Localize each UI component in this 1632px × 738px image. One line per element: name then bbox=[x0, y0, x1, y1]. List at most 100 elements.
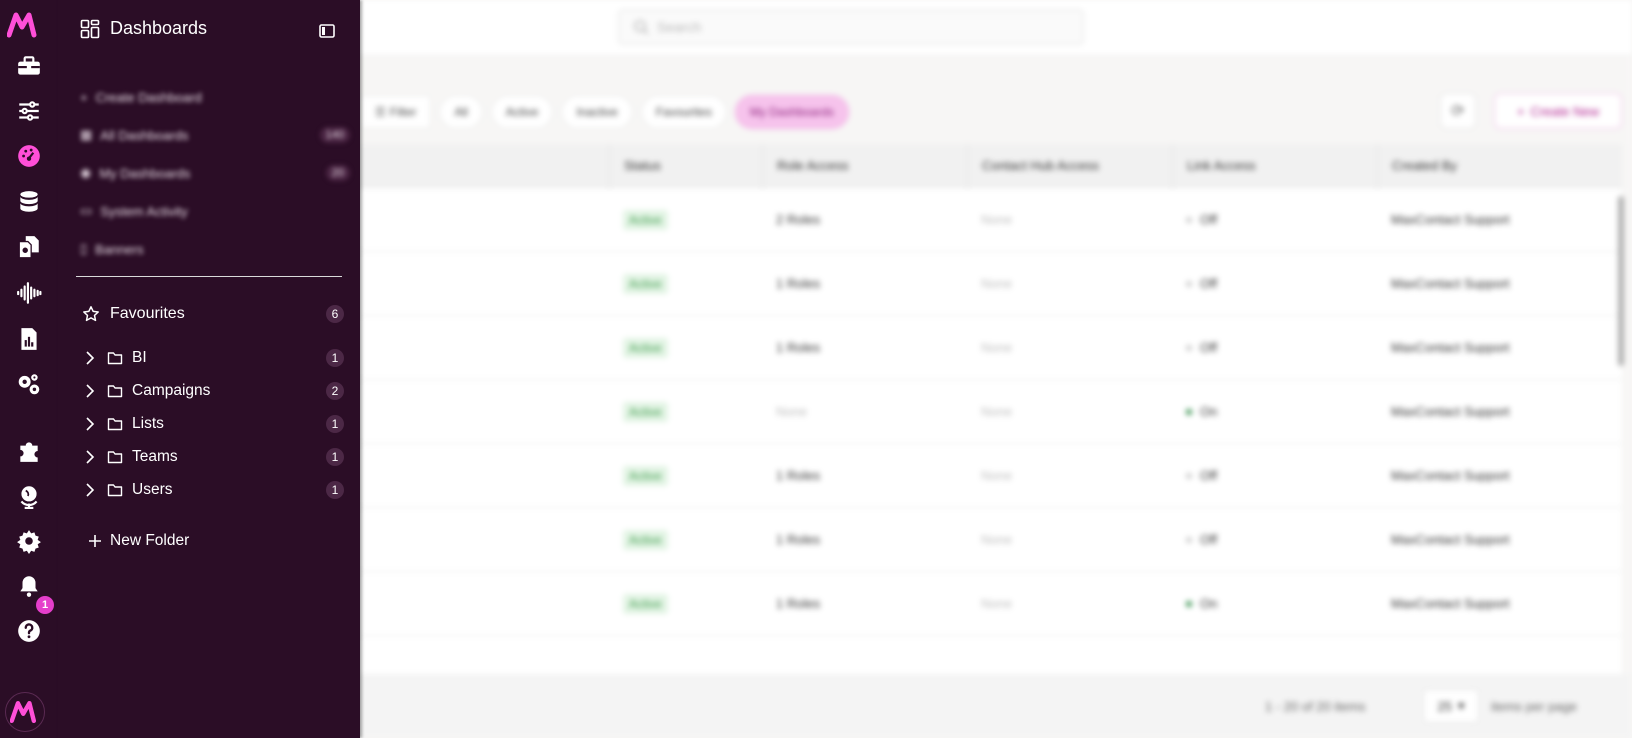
filter-button[interactable]: ☰ Filter bbox=[360, 95, 432, 129]
toolbox-icon[interactable] bbox=[0, 46, 58, 86]
col-link-access[interactable]: Link Access bbox=[1172, 144, 1377, 187]
favourites-label: Favourites bbox=[110, 305, 185, 322]
per-page-select[interactable]: 25 ▾ bbox=[1423, 689, 1479, 723]
folder-item-lists[interactable]: Lists 1 bbox=[82, 412, 344, 436]
favourites-item[interactable]: Favourites 6 bbox=[82, 305, 344, 323]
user-avatar[interactable] bbox=[5, 692, 45, 732]
grid-icon: ▦ bbox=[80, 127, 93, 142]
table-row[interactable]: Active 1 Roles None Off MaxContact Support bbox=[345, 252, 1622, 316]
panel-menu: + Create Dashboard ▦ All Dashboards 140 ◉ My… bbox=[80, 78, 350, 268]
create-new-button[interactable]: + Create New bbox=[1494, 93, 1622, 129]
cell-link-access: On bbox=[1172, 380, 1377, 443]
link-status-dot bbox=[1186, 600, 1192, 607]
cell-name bbox=[345, 188, 609, 251]
dashboards-panel: Dashboards + Create Dashboard ▦ All Dashbo… bbox=[58, 0, 360, 738]
cell-hub-access: None bbox=[981, 596, 1013, 611]
cell-name bbox=[345, 252, 609, 315]
collapse-panel-icon[interactable] bbox=[318, 22, 336, 40]
filter-inactive[interactable]: Inactive bbox=[561, 95, 633, 129]
cell-status: Active bbox=[609, 444, 762, 507]
folder-label: Campaigns bbox=[132, 382, 211, 399]
chevron-right-icon[interactable] bbox=[82, 416, 98, 432]
folder-label: Teams bbox=[132, 448, 178, 465]
new-folder-button[interactable]: New Folder bbox=[88, 532, 189, 550]
filter-all[interactable]: All bbox=[439, 95, 483, 129]
panel-title: Dashboards bbox=[110, 18, 208, 38]
chevron-right-icon[interactable] bbox=[82, 449, 98, 465]
cell-created-by: MaxContact Support bbox=[1391, 276, 1510, 291]
filter-label: Filter bbox=[389, 105, 417, 119]
col-name[interactable] bbox=[345, 144, 609, 187]
link-access-label: Off bbox=[1200, 276, 1218, 291]
table-row[interactable]: Active 1 Roles None Off MaxContact Support bbox=[345, 444, 1622, 508]
filter-favourites[interactable]: Favourites bbox=[640, 95, 727, 129]
puzzle-icon[interactable] bbox=[0, 431, 58, 471]
cell-status: Active bbox=[609, 316, 762, 379]
cogs-icon[interactable] bbox=[0, 364, 58, 404]
col-created-by[interactable]: Created By bbox=[1377, 144, 1622, 187]
status-badge: Active bbox=[623, 593, 668, 614]
menu-banners[interactable]: ▯ Banners bbox=[80, 230, 350, 268]
folder-icon bbox=[107, 352, 123, 365]
chevron-right-icon[interactable] bbox=[82, 383, 98, 399]
menu-label: System Activity bbox=[100, 203, 188, 219]
chevron-right-icon[interactable] bbox=[82, 350, 98, 366]
refresh-button[interactable]: ⟳ bbox=[1440, 93, 1476, 129]
maxcontact-logo[interactable] bbox=[7, 12, 41, 38]
globe-icon[interactable] bbox=[0, 476, 58, 516]
table-scrollbar[interactable] bbox=[1618, 196, 1624, 366]
folder-item-teams[interactable]: Teams 1 bbox=[82, 445, 344, 469]
icon-rail: 1 bbox=[0, 0, 58, 738]
status-badge: Active bbox=[623, 209, 668, 230]
sliders-icon[interactable] bbox=[0, 91, 58, 131]
col-contact-hub-access[interactable]: Contact Hub Access bbox=[967, 144, 1172, 187]
settings-icon[interactable] bbox=[0, 521, 58, 561]
folder-label: Users bbox=[132, 481, 173, 498]
cell-created-by: MaxContact Support bbox=[1391, 596, 1510, 611]
audio-waveform-icon[interactable] bbox=[0, 273, 58, 313]
link-access-label: Off bbox=[1200, 340, 1218, 355]
refresh-icon: ⟳ bbox=[1451, 103, 1465, 120]
filter-bar: ☰ Filter All Active Inactive Favourites M… bbox=[360, 94, 849, 130]
cell-name bbox=[345, 572, 609, 635]
col-status[interactable]: Status bbox=[609, 144, 762, 187]
cell-created-by: MaxContact Support bbox=[1391, 212, 1510, 227]
folder-item-users[interactable]: Users 1 bbox=[82, 478, 344, 502]
folder-item-bi[interactable]: BI 1 bbox=[82, 346, 344, 370]
menu-label: Banners bbox=[95, 241, 144, 257]
filter-all-label: All bbox=[454, 105, 468, 119]
help-icon[interactable] bbox=[0, 611, 58, 651]
cell-status: Active bbox=[609, 508, 762, 571]
table-row[interactable]: Active 1 Roles None Off MaxContact Support bbox=[345, 316, 1622, 380]
database-icon[interactable] bbox=[0, 182, 58, 222]
new-folder-label: New Folder bbox=[110, 532, 190, 549]
chevron-right-icon[interactable] bbox=[82, 482, 98, 498]
table-row[interactable]: Active 1 Roles None On MaxContact Support bbox=[345, 572, 1622, 636]
search-input[interactable]: Search bbox=[618, 9, 1084, 45]
menu-create-dashboard[interactable]: + Create Dashboard bbox=[80, 78, 350, 116]
table-row[interactable]: Active 1 Roles None Off MaxContact Support bbox=[345, 508, 1622, 572]
menu-label: Create Dashboard bbox=[95, 89, 202, 105]
col-role-access[interactable]: Role Access bbox=[762, 144, 967, 187]
filter-active[interactable]: Active bbox=[490, 95, 554, 129]
dashboard-gauge-icon[interactable] bbox=[0, 136, 58, 176]
maxcontact-avatar-logo bbox=[10, 700, 37, 724]
filter-my-dashboards[interactable]: My Dashboards bbox=[734, 95, 849, 129]
create-new-label: Create New bbox=[1530, 103, 1600, 119]
report-icon[interactable] bbox=[0, 319, 58, 359]
menu-my-dashboards[interactable]: ◉ My Dashboards 20 bbox=[80, 154, 350, 192]
cell-name bbox=[345, 508, 609, 571]
pager-range: 1 - 20 of 20 items bbox=[1265, 698, 1366, 714]
filter-inactive-label: Inactive bbox=[576, 105, 618, 119]
menu-system-activity[interactable]: ▭ System Activity bbox=[80, 192, 350, 230]
table-body: Active 2 Roles None Off MaxContact Support Ac… bbox=[345, 188, 1622, 636]
star-icon bbox=[83, 306, 99, 322]
folder-icon bbox=[107, 484, 123, 497]
menu-all-dashboards[interactable]: ▦ All Dashboards 140 bbox=[80, 116, 350, 154]
table-row[interactable]: Active 2 Roles None Off MaxContact Support bbox=[345, 188, 1622, 252]
table-row[interactable]: Active None None On MaxContact Support bbox=[345, 380, 1622, 444]
folder-item-campaigns[interactable]: Campaigns 2 bbox=[82, 379, 344, 403]
plus-icon: + bbox=[80, 89, 88, 105]
link-access-label: On bbox=[1200, 596, 1218, 611]
documents-icon[interactable] bbox=[0, 227, 58, 267]
